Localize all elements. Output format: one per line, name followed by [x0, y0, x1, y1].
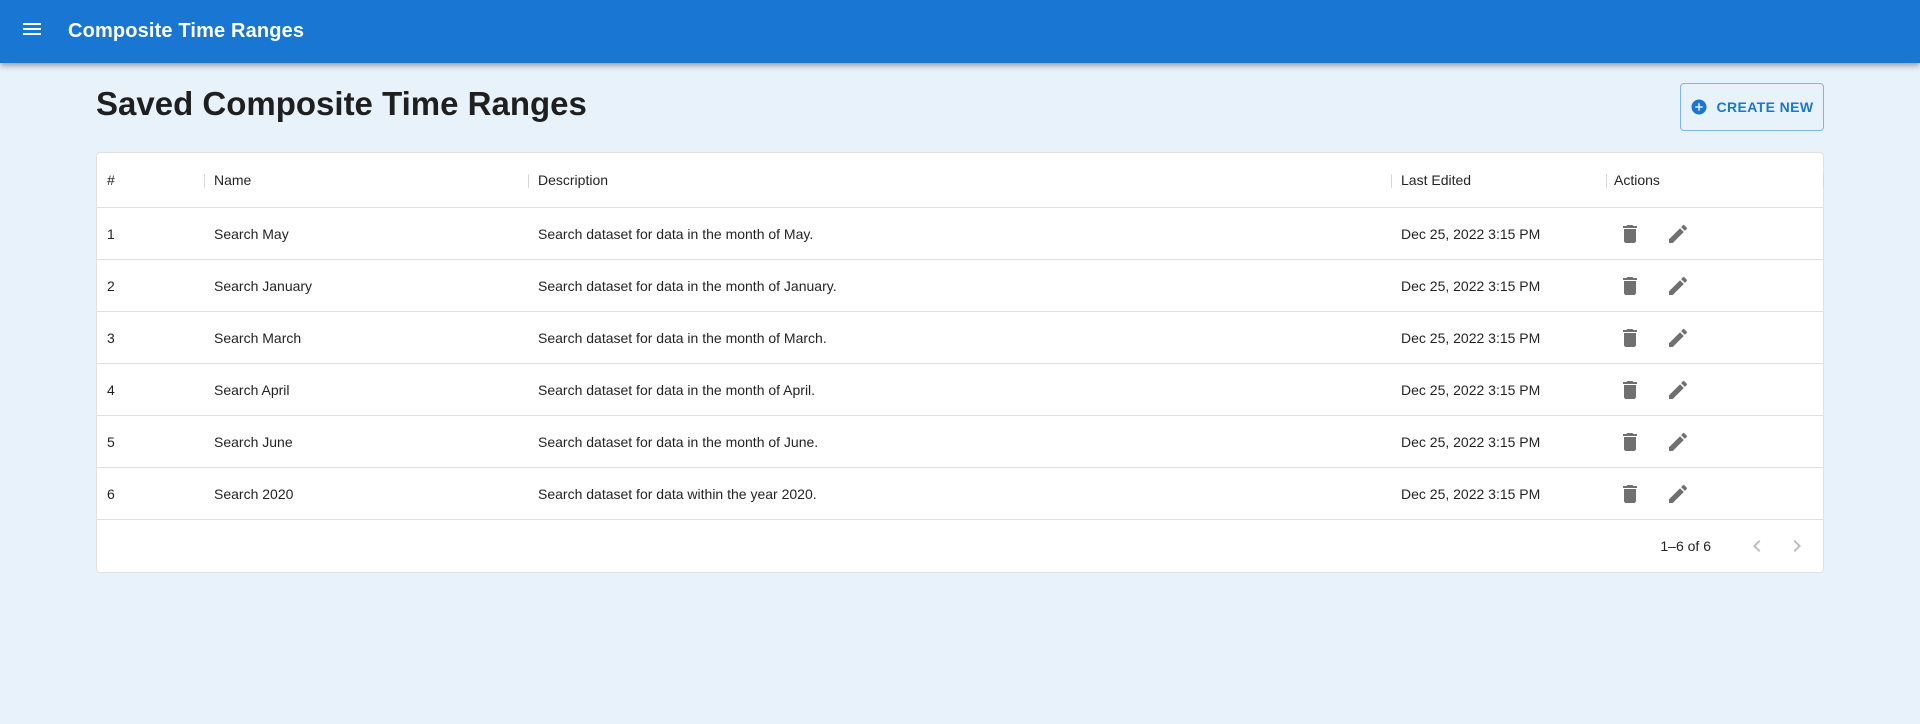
table-row[interactable]: 1 Search May Search dataset for data in … — [97, 208, 1823, 260]
row-name: Search March — [214, 329, 302, 346]
row-description: Search dataset for data within the year … — [538, 485, 817, 502]
row-last-edited: Dec 25, 2022 3:15 PM — [1401, 485, 1541, 502]
row-name: Search January — [214, 277, 313, 294]
next-page-button[interactable] — [1777, 526, 1817, 566]
row-actions — [1606, 270, 1825, 302]
row-number: 3 — [107, 329, 115, 346]
delete-button[interactable] — [1614, 426, 1646, 458]
row-number: 1 — [107, 225, 115, 242]
row-description: Search dataset for data in the month of … — [538, 225, 814, 242]
edit-button[interactable] — [1662, 426, 1694, 458]
pagination-label: 1–6 of 6 — [1660, 538, 1711, 554]
edit-icon — [1666, 222, 1690, 246]
edit-icon — [1666, 430, 1690, 454]
edit-icon — [1666, 482, 1690, 506]
row-name: Search April — [214, 381, 290, 398]
edit-icon — [1666, 274, 1690, 298]
delete-button[interactable] — [1614, 270, 1646, 302]
time-ranges-table: # Name Description Last Edited Actions 1… — [96, 152, 1824, 573]
edit-button[interactable] — [1662, 218, 1694, 250]
row-last-edited: Dec 25, 2022 3:15 PM — [1401, 225, 1541, 242]
table-row[interactable]: 2 Search January Search dataset for data… — [97, 260, 1823, 312]
row-actions — [1606, 426, 1825, 458]
edit-button[interactable] — [1662, 374, 1694, 406]
table-body: 1 Search May Search dataset for data in … — [97, 208, 1823, 520]
row-description: Search dataset for data in the month of … — [538, 381, 816, 398]
delete-button[interactable] — [1614, 478, 1646, 510]
edit-button[interactable] — [1662, 478, 1694, 510]
delete-icon — [1618, 430, 1642, 454]
row-number: 6 — [107, 485, 115, 502]
table-row[interactable]: 3 Search March Search dataset for data i… — [97, 312, 1823, 364]
row-description: Search dataset for data in the month of … — [538, 329, 827, 346]
delete-icon — [1618, 326, 1642, 350]
delete-icon — [1618, 274, 1642, 298]
row-number: 4 — [107, 381, 115, 398]
delete-button[interactable] — [1614, 322, 1646, 354]
menu-icon — [20, 17, 44, 46]
column-separator[interactable] — [1823, 174, 1824, 188]
column-header-last-edited[interactable]: Last Edited — [1391, 172, 1606, 188]
row-last-edited: Dec 25, 2022 3:15 PM — [1401, 329, 1541, 346]
column-header-description[interactable]: Description — [528, 172, 1391, 188]
row-description: Search dataset for data in the month of … — [538, 433, 819, 450]
table-header: # Name Description Last Edited Actions — [97, 153, 1825, 208]
edit-button[interactable] — [1662, 322, 1694, 354]
row-name: Search June — [214, 433, 293, 450]
delete-icon — [1618, 378, 1642, 402]
row-number: 2 — [107, 277, 115, 294]
previous-page-button[interactable] — [1737, 526, 1777, 566]
create-new-label: CREATE NEW — [1716, 99, 1814, 115]
row-name: Search 2020 — [214, 485, 294, 502]
delete-button[interactable] — [1614, 374, 1646, 406]
column-header-actions[interactable]: Actions — [1606, 172, 1825, 188]
edit-icon — [1666, 378, 1690, 402]
delete-icon — [1618, 222, 1642, 246]
row-actions — [1606, 478, 1825, 510]
row-name: Search May — [214, 225, 289, 242]
table-row[interactable]: 6 Search 2020 Search dataset for data wi… — [97, 468, 1823, 520]
page-title: Saved Composite Time Ranges — [96, 85, 587, 122]
column-separator[interactable] — [1606, 174, 1607, 188]
column-separator[interactable] — [204, 174, 205, 188]
column-header-name[interactable]: Name — [204, 172, 528, 188]
column-header-number[interactable]: # — [97, 172, 204, 188]
chevron-left-icon — [1745, 534, 1769, 558]
create-new-button[interactable]: CREATE NEW — [1680, 83, 1824, 131]
menu-button[interactable] — [8, 8, 56, 56]
edit-icon — [1666, 326, 1690, 350]
row-last-edited: Dec 25, 2022 3:15 PM — [1401, 277, 1541, 294]
edit-button[interactable] — [1662, 270, 1694, 302]
column-separator[interactable] — [1391, 174, 1392, 188]
row-actions — [1606, 322, 1825, 354]
app-bar: Composite Time Ranges — [0, 0, 1920, 63]
chevron-right-icon — [1785, 534, 1809, 558]
table-row[interactable]: 5 Search June Search dataset for data in… — [97, 416, 1823, 468]
table-footer: 1–6 of 6 — [97, 520, 1823, 572]
add-circle-icon — [1690, 98, 1708, 116]
row-actions — [1606, 374, 1825, 406]
row-actions — [1606, 218, 1825, 250]
delete-icon — [1618, 482, 1642, 506]
row-last-edited: Dec 25, 2022 3:15 PM — [1401, 381, 1541, 398]
app-title: Composite Time Ranges — [68, 20, 305, 42]
row-last-edited: Dec 25, 2022 3:15 PM — [1401, 433, 1541, 450]
row-number: 5 — [107, 433, 115, 450]
delete-button[interactable] — [1614, 218, 1646, 250]
table-row[interactable]: 4 Search April Search dataset for data i… — [97, 364, 1823, 416]
row-description: Search dataset for data in the month of … — [538, 277, 837, 294]
column-separator[interactable] — [528, 174, 529, 188]
